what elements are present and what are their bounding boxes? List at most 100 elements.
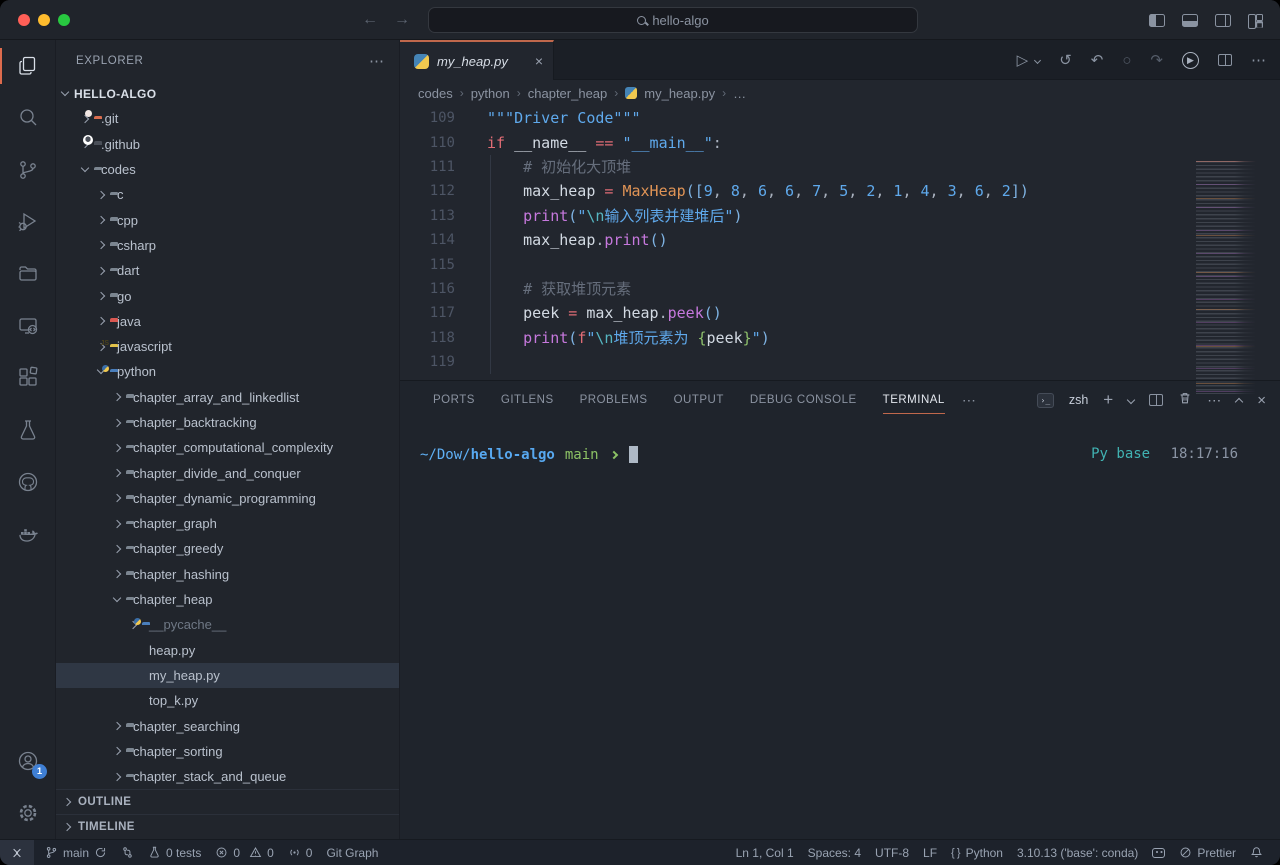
terminal-output[interactable]: ~/Dow/hello-algo main Py base 18:17:16 — [400, 419, 1280, 839]
folder-library-icon[interactable] — [0, 248, 55, 300]
testing-icon[interactable] — [0, 404, 55, 456]
outline-section[interactable]: OUTLINE — [56, 789, 399, 814]
terminal-dropdown-icon[interactable] — [1127, 396, 1135, 404]
language-mode-status[interactable]: { } Python — [944, 840, 1010, 865]
tree-item-csharp[interactable]: csharp — [56, 233, 399, 258]
tree-item-chapter-greedy[interactable]: chapter_greedy — [56, 536, 399, 561]
timeline-section[interactable]: TIMELINE — [56, 814, 399, 839]
tree-item--git[interactable]: .git — [56, 106, 399, 131]
editor-more-actions-icon[interactable]: ⋯ — [1251, 51, 1266, 69]
maximize-panel-icon[interactable] — [1235, 397, 1243, 405]
code-line-115[interactable]: 115 — [400, 252, 1280, 276]
jump-forward-icon[interactable]: ↷ — [1150, 51, 1163, 69]
tree-item-chapter-dynamic-programming[interactable]: chapter_dynamic_programming — [56, 486, 399, 511]
indentation-status[interactable]: Spaces: 4 — [801, 840, 868, 865]
tree-item-dart[interactable]: dart — [56, 258, 399, 283]
git-graph-status[interactable]: Git Graph — [319, 840, 385, 865]
nav-back-icon[interactable]: ← — [362, 11, 378, 29]
remote-explorer-icon[interactable] — [0, 300, 55, 352]
panel-more-actions-icon[interactable]: ⋯ — [1207, 392, 1221, 409]
tests-status[interactable]: 0 tests — [141, 840, 208, 865]
tree-item-c[interactable]: c — [56, 182, 399, 207]
github-icon[interactable] — [0, 456, 55, 508]
maximize-window-button[interactable] — [58, 14, 70, 26]
accounts-icon[interactable]: 1 — [0, 735, 55, 787]
tree-item-chapter-searching[interactable]: chapter_searching — [56, 713, 399, 738]
kill-terminal-icon[interactable] — [1178, 391, 1192, 410]
breadcrumb-item[interactable]: chapter_heap — [528, 86, 608, 101]
nav-forward-icon[interactable]: → — [394, 11, 410, 29]
run-python-file-icon[interactable]: ▷ — [1017, 51, 1029, 69]
tab-debug-console[interactable]: DEBUG CONSOLE — [737, 381, 870, 419]
code-line-112[interactable]: 112 max_heap = MaxHeap([9, 8, 6, 6, 7, 5… — [400, 179, 1280, 203]
toggle-panel-icon[interactable] — [1182, 14, 1198, 27]
tree-item-chapter-array-and-linkedlist[interactable]: chapter_array_and_linkedlist — [56, 385, 399, 410]
code-line-116[interactable]: 116 # 获取堆顶元素 — [400, 277, 1280, 301]
source-control-icon[interactable] — [0, 144, 55, 196]
tree-item-my-heap-py[interactable]: my_heap.py — [56, 663, 399, 688]
notifications-bell-icon[interactable] — [1243, 840, 1270, 865]
tree-item-chapter-sorting[interactable]: chapter_sorting — [56, 739, 399, 764]
tree-item-heap-py[interactable]: heap.py — [56, 638, 399, 663]
remote-indicator[interactable] — [0, 840, 34, 865]
tree-item-java[interactable]: java — [56, 309, 399, 334]
customize-layout-icon[interactable] — [1248, 14, 1264, 27]
tab-ports[interactable]: PORTS — [420, 381, 488, 419]
tree-item-chapter-backtracking[interactable]: chapter_backtracking — [56, 410, 399, 435]
tree-item-cpp[interactable]: cpp — [56, 207, 399, 232]
code-line-114[interactable]: 114 max_heap.print() — [400, 228, 1280, 252]
code-line-113[interactable]: 113 print("\n输入列表并建堆后") — [400, 204, 1280, 228]
tree-item--pycache-[interactable]: __pycache__ — [56, 612, 399, 637]
git-compare-status[interactable] — [114, 840, 141, 865]
tree-item-top-k-py[interactable]: top_k.py — [56, 688, 399, 713]
run-dropdown-icon[interactable] — [1034, 56, 1041, 63]
nav-circle-icon[interactable]: ○ — [1122, 52, 1131, 69]
tree-item-chapter-stack-and-queue[interactable]: chapter_stack_and_queue — [56, 764, 399, 789]
tree-item-javascript[interactable]: javascript — [56, 334, 399, 359]
split-editor-icon[interactable] — [1218, 54, 1232, 66]
explorer-more-actions-icon[interactable]: ⋯ — [369, 52, 385, 70]
command-center-search[interactable]: hello-algo — [428, 7, 918, 33]
problems-status[interactable]: 0 0 — [208, 840, 280, 865]
docker-icon[interactable] — [0, 508, 55, 560]
prettier-status[interactable]: Prettier — [1172, 840, 1243, 865]
code-line-119[interactable]: 119 — [400, 350, 1280, 374]
tree-item-chapter-computational-complexity[interactable]: chapter_computational_complexity — [56, 435, 399, 460]
code-line-118[interactable]: 118 print(f"\n堆顶元素为 {peek}") — [400, 326, 1280, 350]
tab-problems[interactable]: PROBLEMS — [567, 381, 661, 419]
jump-back-icon[interactable]: ↶ — [1091, 51, 1104, 69]
code-line-117[interactable]: 117 peek = max_heap.peek() — [400, 301, 1280, 325]
tree-item-chapter-heap[interactable]: chapter_heap — [56, 587, 399, 612]
tree-item-hello-algo[interactable]: HELLO-ALGO — [56, 81, 399, 106]
code-editor[interactable]: 109"""Driver Code"""110if __name__ == "_… — [400, 106, 1280, 380]
tree-item-chapter-divide-and-conquer[interactable]: chapter_divide_and_conquer — [56, 460, 399, 485]
tree-item-go[interactable]: go — [56, 283, 399, 308]
panel-tabs-more-icon[interactable]: ⋯ — [962, 392, 977, 409]
code-line-110[interactable]: 110if __name__ == "__main__": — [400, 130, 1280, 154]
close-window-button[interactable] — [18, 14, 30, 26]
breadcrumb-item[interactable]: my_heap.py — [644, 86, 715, 101]
breadcrumb-item[interactable]: … — [733, 86, 746, 101]
run-interactive-icon[interactable]: ▶ — [1182, 52, 1199, 69]
settings-gear-icon[interactable] — [0, 787, 55, 839]
minimize-window-button[interactable] — [38, 14, 50, 26]
broadcast-status[interactable]: 0 — [281, 840, 320, 865]
tab-my-heap-py[interactable]: my_heap.py × — [400, 40, 554, 80]
run-debug-icon[interactable] — [0, 196, 55, 248]
encoding-status[interactable]: UTF-8 — [868, 840, 916, 865]
code-line-109[interactable]: 109"""Driver Code""" — [400, 106, 1280, 130]
tab-gitlens[interactable]: GITLENS — [488, 381, 567, 419]
breadcrumb-item[interactable]: python — [471, 86, 510, 101]
new-terminal-icon[interactable]: + — [1103, 390, 1113, 410]
extensions-icon[interactable] — [0, 352, 55, 404]
close-panel-icon[interactable]: × — [1257, 392, 1266, 409]
tree-item-chapter-hashing[interactable]: chapter_hashing — [56, 562, 399, 587]
history-icon[interactable]: ↺ — [1059, 51, 1072, 69]
tree-item--github[interactable]: .github — [56, 132, 399, 157]
split-terminal-icon[interactable] — [1149, 394, 1163, 406]
explorer-icon[interactable] — [0, 40, 55, 92]
tab-terminal[interactable]: TERMINAL — [870, 381, 958, 419]
close-tab-icon[interactable]: × — [535, 53, 543, 69]
tab-output[interactable]: OUTPUT — [661, 381, 737, 419]
tree-item-chapter-graph[interactable]: chapter_graph — [56, 511, 399, 536]
